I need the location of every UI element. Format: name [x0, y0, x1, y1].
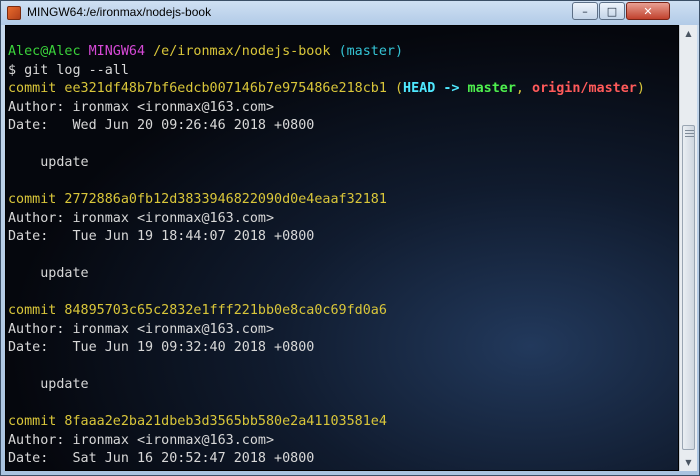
- commit-message: update: [8, 266, 89, 281]
- grip-icon: [685, 130, 694, 138]
- commit-date: Date: Sat Jun 16 20:52:47 2018 +0800: [8, 451, 315, 466]
- commit-date: Date: Tue Jun 19 09:32:40 2018 +0800: [8, 340, 315, 355]
- commit-date: Date: Wed Jun 20 09:26:46 2018 +0800: [8, 118, 315, 133]
- minimize-button[interactable]: –: [572, 2, 598, 20]
- commit-author: Author: ironmax <ironmax@163.com>: [8, 432, 275, 448]
- refs-open: (: [386, 81, 404, 96]
- terminal-text: Alec@Alec MINGW64 /e/ironmax/nodejs-book…: [8, 43, 645, 469]
- commit-author: Author: ironmax <ironmax@163.com>: [8, 321, 275, 337]
- terminal-window: MINGW64:/e/ironmax/nodejs-book – □ ✕ Ale…: [0, 0, 700, 476]
- terminal-output[interactable]: Alec@Alec MINGW64 /e/ironmax/nodejs-book…: [5, 25, 679, 471]
- vertical-scrollbar[interactable]: ▲ ▼: [679, 25, 697, 471]
- refs-sep: ,: [515, 81, 533, 96]
- command-line: $ git log --all: [8, 62, 129, 78]
- refs-close: ): [636, 81, 645, 96]
- ref-branch: master: [467, 81, 516, 96]
- commit-hash: commit 2772886a0fb12d3833946822090d0e4ea…: [8, 192, 387, 207]
- prompt-branch: (master): [338, 44, 404, 59]
- commit-hash: commit 84895703c65c2832e1fff221bb0e8ca0c…: [8, 303, 387, 318]
- prompt-system: MINGW64: [88, 44, 146, 59]
- maximize-button[interactable]: □: [599, 2, 625, 20]
- scroll-down-icon[interactable]: ▼: [680, 454, 697, 471]
- commit-hash: commit 8faaa2e2ba21dbeb3d3565bb580e2a411…: [8, 414, 387, 429]
- title-bar[interactable]: MINGW64:/e/ironmax/nodejs-book – □ ✕: [1, 1, 699, 25]
- prompt-user-host: Alec@Alec: [8, 44, 81, 59]
- commit-message: update: [8, 377, 89, 392]
- close-button[interactable]: ✕: [626, 2, 670, 20]
- commit-author: Author: ironmax <ironmax@163.com>: [8, 99, 275, 115]
- ref-head: HEAD ->: [403, 81, 468, 96]
- prompt-path: /e/ironmax/nodejs-book: [153, 44, 331, 59]
- scroll-up-icon[interactable]: ▲: [680, 25, 697, 42]
- commit-author: Author: ironmax <ironmax@163.com>: [8, 210, 275, 226]
- ref-remote: origin/master: [532, 81, 637, 96]
- commit-hash: commit ee321df48b7bf6edcb007146b7e975486…: [8, 81, 387, 96]
- scroll-thumb[interactable]: [682, 125, 695, 450]
- git-bash-icon: [7, 6, 21, 20]
- commit-date: Date: Tue Jun 19 18:44:07 2018 +0800: [8, 229, 315, 244]
- commit-message: update: [8, 155, 89, 170]
- window-title: MINGW64:/e/ironmax/nodejs-book: [27, 5, 212, 19]
